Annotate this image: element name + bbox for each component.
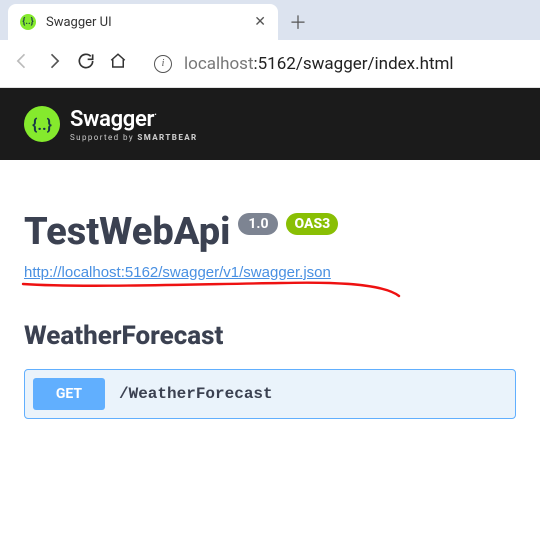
browser-tab[interactable]: {..} Swagger UI ✕ (8, 4, 278, 40)
back-button[interactable] (12, 51, 32, 76)
api-title: TestWebApi (24, 210, 230, 254)
home-icon (109, 52, 127, 70)
swagger-logo[interactable]: {..} Swagger. Supported by SMARTBEAR (24, 106, 198, 142)
url-text: localhost:5162/swagger/index.html (184, 54, 454, 74)
address-bar[interactable]: i localhost:5162/swagger/index.html (140, 46, 528, 82)
url-path: :5162/swagger/index.html (254, 54, 454, 74)
swagger-logo-icon: {..} (24, 106, 60, 142)
site-info-icon[interactable]: i (154, 55, 172, 73)
api-title-row: TestWebApi 1.0 OAS3 (24, 210, 516, 254)
tag-section: WeatherForecast GET /WeatherForecast (0, 301, 540, 419)
arrow-right-icon (44, 51, 64, 71)
swagger-supported-by: Supported by SMARTBEAR (70, 133, 198, 142)
operation-block[interactable]: GET /WeatherForecast (24, 369, 516, 419)
home-button[interactable] (108, 52, 128, 75)
forward-button[interactable] (44, 51, 64, 76)
annotation-underline-icon (21, 278, 401, 300)
tab-title: Swagger UI (46, 15, 244, 30)
arrow-left-icon (12, 51, 32, 71)
version-badge: 1.0 (238, 213, 278, 235)
swagger-json-link[interactable]: http://localhost:5162/swagger/v1/swagger… (24, 264, 331, 281)
browser-tab-strip: {..} Swagger UI ✕ ＋ (0, 0, 540, 40)
browser-toolbar: i localhost:5162/swagger/index.html (0, 40, 540, 88)
reload-button[interactable] (76, 51, 96, 76)
swagger-favicon-icon: {..} (20, 14, 36, 30)
new-tab-button[interactable]: ＋ (284, 8, 312, 36)
close-tab-icon[interactable]: ✕ (254, 14, 266, 30)
swagger-brand-text: Swagger. (70, 107, 198, 132)
http-method-badge: GET (33, 378, 105, 410)
url-host: localhost (184, 54, 254, 74)
oas-badge: OAS3 (286, 213, 338, 235)
tag-title[interactable]: WeatherForecast (24, 321, 516, 351)
reload-icon (76, 51, 96, 71)
swagger-header: {..} Swagger. Supported by SMARTBEAR (0, 88, 540, 160)
operation-path: /WeatherForecast (119, 385, 273, 403)
api-info: TestWebApi 1.0 OAS3 http://localhost:516… (0, 160, 540, 301)
